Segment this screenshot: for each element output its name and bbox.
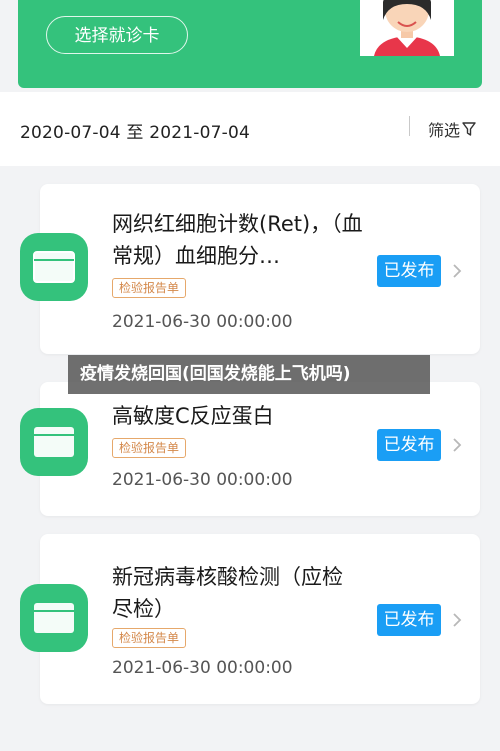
report-date: 2021-06-30 00:00:00	[112, 470, 293, 490]
avatar	[360, 0, 454, 56]
select-card-button[interactable]: 选择就诊卡	[46, 16, 188, 54]
filter-funnel-icon	[462, 122, 476, 136]
report-card[interactable]: 网织红细胞计数(Ret)，（血常规）血细胞分… 检验报告单 2021-06-30…	[20, 184, 480, 354]
filter-button[interactable]: 筛选	[428, 117, 476, 141]
patient-header: 选择就诊卡	[18, 0, 482, 88]
report-card[interactable]: 新冠病毒核酸检测（应检尽检） 检验报告单 2021-06-30 00:00:00…	[20, 534, 480, 704]
chevron-right-icon[interactable]	[451, 611, 463, 629]
avatar-illustration	[360, 0, 454, 56]
report-title: 高敏度C反应蛋白	[112, 404, 274, 428]
document-icon	[20, 233, 88, 301]
filter-divider	[409, 116, 410, 136]
status-published-button[interactable]: 已发布	[377, 604, 441, 636]
chevron-right-icon[interactable]	[451, 436, 463, 454]
report-card[interactable]: 高敏度C反应蛋白 检验报告单 2021-06-30 00:00:00 已发布	[20, 382, 480, 516]
report-date: 2021-06-30 00:00:00	[112, 312, 293, 332]
status-published-button[interactable]: 已发布	[377, 429, 441, 461]
chevron-right-icon[interactable]	[451, 262, 463, 280]
report-type-tag: 检验报告单	[112, 628, 187, 648]
date-range-picker[interactable]: 2020-07-04 至 2021-07-04	[20, 118, 250, 143]
report-date: 2021-06-30 00:00:00	[112, 658, 293, 678]
document-icon	[20, 408, 88, 476]
report-type-tag: 检验报告单	[112, 438, 187, 458]
report-type-tag: 检验报告单	[112, 278, 187, 298]
document-icon	[20, 584, 88, 652]
date-filter-bar: 2020-07-04 至 2021-07-04 筛选	[0, 92, 500, 166]
report-title: 网织红细胞计数(Ret)，（血常规）血细胞分…	[112, 212, 363, 268]
report-title: 新冠病毒核酸检测（应检尽检）	[112, 565, 343, 621]
watermark-banner: 疫情发烧回国(回国发烧能上飞机吗)	[68, 355, 430, 394]
filter-label: 筛选	[428, 121, 461, 140]
status-published-button[interactable]: 已发布	[377, 255, 441, 287]
